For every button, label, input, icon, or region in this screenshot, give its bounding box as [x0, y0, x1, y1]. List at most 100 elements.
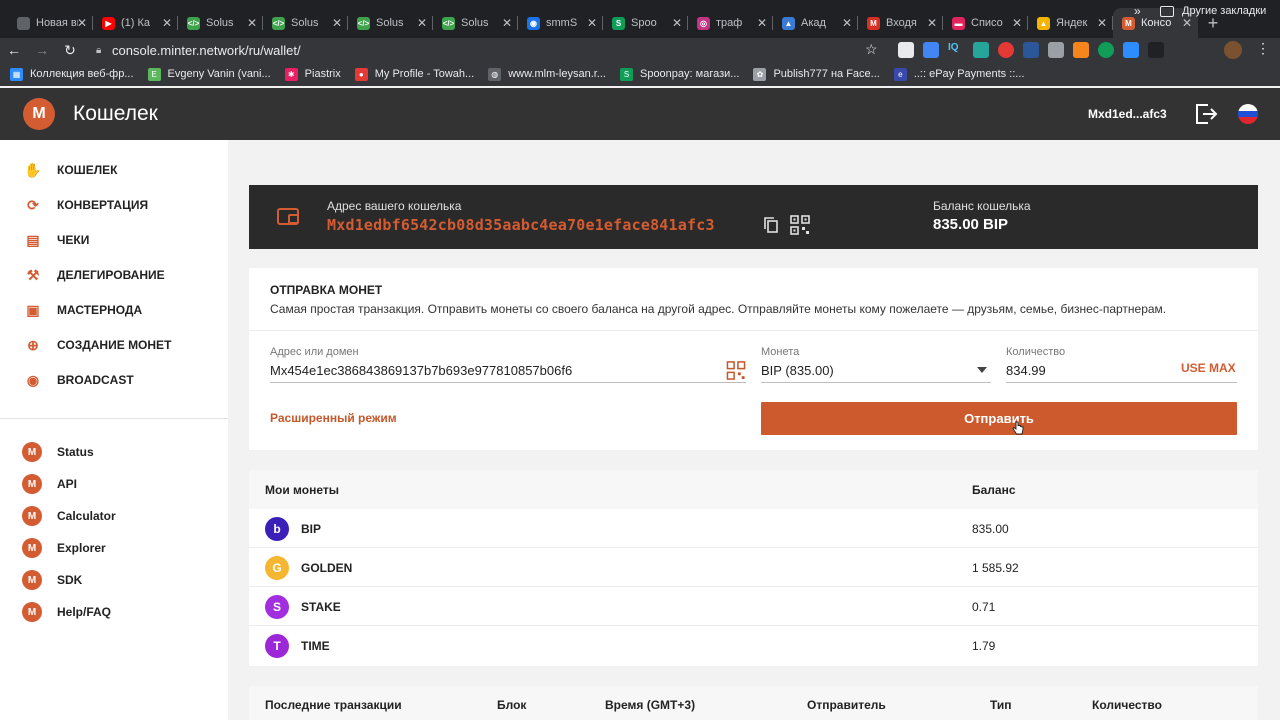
extension-green-icon[interactable] — [1098, 42, 1114, 58]
use-max-button[interactable]: USE MAX — [1181, 361, 1236, 375]
bookmark-favicon-icon: S — [619, 67, 633, 81]
bookmark-item[interactable]: S Spoonpay: магази... — [619, 67, 739, 81]
extension-translate-icon[interactable] — [923, 42, 939, 58]
tab-close-icon[interactable]: ✕ — [757, 16, 767, 30]
browser-tab[interactable]: </> Solus ✕ — [348, 8, 433, 38]
browser-tab[interactable]: ▲ Яндек ✕ — [1028, 8, 1113, 38]
tab-close-icon[interactable]: ✕ — [77, 16, 87, 30]
browser-tab[interactable]: </> Solus ✕ — [433, 8, 518, 38]
sidebar-item-delegation[interactable]: ⚒ ДЕЛЕГИРОВАНИЕ — [24, 265, 165, 285]
recipient-label: Адрес или домен — [270, 346, 359, 358]
scan-qr-icon[interactable] — [726, 361, 746, 380]
other-bookmarks[interactable]: Другие закладки — [1160, 5, 1266, 17]
extension-iq-icon[interactable]: IQ — [948, 42, 964, 58]
back-icon[interactable]: ← — [0, 42, 28, 58]
checks-icon: ▤ — [26, 231, 40, 248]
tab-favicon-icon: </> — [187, 16, 200, 30]
chrome-menu-icon[interactable]: ⋮ — [1256, 40, 1270, 57]
extension-qr-icon[interactable] — [898, 42, 914, 58]
table-row[interactable]: b BIP 835.00 — [249, 509, 1258, 548]
browser-tab[interactable]: ▬ Списо ✕ — [943, 8, 1028, 38]
sidebar-link-help[interactable]: M Help/FAQ — [22, 602, 111, 622]
table-row[interactable]: T TIME 1.79 — [249, 626, 1258, 665]
tab-close-icon[interactable]: ✕ — [927, 16, 937, 30]
tab-close-icon[interactable]: ✕ — [672, 16, 682, 30]
sidebar-link-api[interactable]: M API — [22, 474, 77, 494]
wallet-address[interactable]: Mxd1edbf6542cb08d35aabc4ea70e1eface841af… — [327, 216, 715, 234]
sidebar-link-status[interactable]: M Status — [22, 442, 94, 462]
tab-close-icon[interactable]: ✕ — [842, 16, 852, 30]
browser-tab[interactable]: Новая вкл✕ — [8, 8, 93, 38]
sidebar-item-create-coin[interactable]: ⊕ СОЗДАНИЕ МОНЕТ — [24, 335, 171, 355]
bookmark-star-icon[interactable]: ☆ — [865, 41, 878, 58]
tab-close-icon[interactable]: ✕ — [1012, 16, 1022, 30]
tab-close-icon[interactable]: ✕ — [332, 16, 342, 30]
browser-tab[interactable]: ◉ smmS ✕ — [518, 8, 603, 38]
tab-close-icon[interactable]: ✕ — [162, 16, 172, 30]
copy-icon[interactable] — [764, 217, 778, 233]
sidebar-item-wallet[interactable]: ✋ КОШЕЛЕК — [24, 160, 117, 180]
table-row[interactable]: G GOLDEN 1 585.92 — [249, 548, 1258, 587]
minter-logo[interactable]: M — [23, 98, 55, 130]
recipient-input[interactable]: Mx454e1ec386843869137b7b693e977810857b06… — [270, 363, 572, 378]
bookmark-item[interactable]: e ..:: ePay Payments ::... — [893, 67, 1024, 81]
extension-dark-icon[interactable] — [1148, 42, 1164, 58]
amount-label: Количество — [1006, 346, 1066, 358]
tab-close-icon[interactable]: ✕ — [1182, 16, 1192, 30]
coin-select[interactable]: BIP (835.00) — [761, 363, 834, 378]
russian-flag-icon[interactable] — [1238, 104, 1258, 124]
tab-close-icon[interactable]: ✕ — [247, 16, 257, 30]
profile-avatar[interactable] — [1224, 41, 1242, 59]
browser-tab[interactable]: ◎ траф ✕ — [688, 8, 773, 38]
bookmark-item[interactable]: ✱ Piastrix — [284, 67, 341, 81]
bookmark-item[interactable]: ◍ www.mlm-leysan.r... — [488, 67, 606, 81]
extension-note-icon[interactable] — [973, 42, 989, 58]
broadcast-icon: ◉ — [26, 371, 40, 388]
amount-input[interactable]: 834.99 — [1006, 363, 1046, 378]
header-address[interactable]: Mxd1ed...afc3 — [1088, 107, 1167, 121]
reload-icon[interactable]: ↻ — [56, 42, 84, 59]
browser-tab[interactable]: ▲ Акад ✕ — [773, 8, 858, 38]
sidebar-link-sdk[interactable]: M SDK — [22, 570, 82, 590]
browser-tab[interactable]: </> Solus ✕ — [178, 8, 263, 38]
tab-close-icon[interactable]: ✕ — [587, 16, 597, 30]
chevron-down-icon[interactable] — [977, 367, 987, 373]
bookmark-label: Piastrix — [304, 68, 341, 80]
bookmark-item[interactable]: ▦ Коллекция веб-фр... — [10, 67, 134, 81]
bookmarks-overflow-icon[interactable]: » — [1134, 4, 1141, 18]
bookmark-item[interactable]: ✿ Publish777 на Face... — [753, 67, 880, 81]
extension-metamask-icon[interactable] — [1073, 42, 1089, 58]
sidebar-item-checks[interactable]: ▤ ЧЕКИ — [24, 230, 89, 250]
tab-close-icon[interactable]: ✕ — [417, 16, 427, 30]
sidebar-item-convert[interactable]: ⟳ КОНВЕРТАЦИЯ — [24, 195, 148, 215]
browser-tab[interactable]: </> Solus ✕ — [263, 8, 348, 38]
bookmark-item[interactable]: E Evgeny Vanin (vani... — [147, 67, 271, 81]
bookmark-item[interactable]: ● My Profile - Towah... — [354, 67, 474, 81]
logout-icon[interactable] — [1194, 103, 1218, 125]
tab-close-icon[interactable]: ✕ — [1097, 16, 1107, 30]
extension-zoom-icon[interactable] — [1123, 42, 1139, 58]
minter-logo-icon: M — [22, 474, 42, 494]
coin-symbol: BIP — [301, 522, 322, 536]
url-text: console.minter.network/ru/wallet/ — [112, 42, 301, 58]
extension-word-icon[interactable] — [1023, 42, 1039, 58]
browser-tab[interactable]: S Spoo ✕ — [603, 8, 688, 38]
sidebar-link-calculator[interactable]: M Calculator — [22, 506, 116, 526]
tab-title: Входя — [886, 17, 917, 29]
forward-icon[interactable]: → — [28, 42, 56, 58]
send-button[interactable]: Отправить — [761, 402, 1237, 435]
table-row[interactable]: S STAKE 0.71 — [249, 587, 1258, 626]
advanced-mode-link[interactable]: Расширенный режим — [270, 411, 397, 425]
address-bar[interactable]: 🔒︎ console.minter.network/ru/wallet/ — [90, 39, 880, 61]
qr-code-icon[interactable] — [790, 215, 810, 235]
tab-close-icon[interactable]: ✕ — [502, 16, 512, 30]
sidebar-item-label: ЧЕКИ — [57, 233, 90, 247]
browser-tab[interactable]: ▶ (1) Ка ✕ — [93, 8, 178, 38]
extension-red-icon[interactable] — [998, 42, 1014, 58]
sidebar-link-explorer[interactable]: M Explorer — [22, 538, 106, 558]
extension-reader-icon[interactable] — [1048, 42, 1064, 58]
sidebar-item-masternode[interactable]: ▣ МАСТЕРНОДА — [24, 300, 142, 320]
browser-tab[interactable]: M Входя ✕ — [858, 8, 943, 38]
sidebar-link-label: SDK — [57, 573, 83, 587]
sidebar-item-broadcast[interactable]: ◉ BROADCAST — [24, 370, 134, 390]
